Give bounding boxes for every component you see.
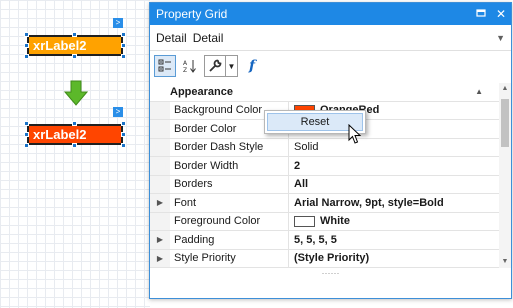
arrow-down-icon bbox=[64, 80, 88, 106]
selection-handle[interactable] bbox=[24, 121, 29, 126]
scroll-up-icon[interactable]: ▲ bbox=[499, 83, 511, 95]
property-value[interactable]: White bbox=[289, 213, 511, 231]
component-selector[interactable]: Detail Detail ▼ bbox=[150, 25, 511, 51]
selection-handle[interactable] bbox=[121, 54, 126, 59]
property-value-text: Arial Narrow, 9pt, style=Bold bbox=[294, 196, 444, 209]
color-swatch bbox=[294, 215, 315, 227]
property-row[interactable]: ▶ Style Priority (Style Priority) bbox=[150, 249, 511, 268]
selection-handle[interactable] bbox=[72, 121, 77, 126]
selector-text: Detail Detail bbox=[156, 31, 496, 45]
property-row[interactable]: Foreground Color White bbox=[150, 212, 511, 231]
selection-handle[interactable] bbox=[121, 143, 126, 148]
smart-tag-icon[interactable]: > bbox=[113, 18, 123, 28]
expand-icon[interactable]: ▶ bbox=[150, 249, 170, 267]
property-value[interactable]: Solid bbox=[289, 139, 511, 157]
selection-handle[interactable] bbox=[121, 43, 126, 48]
row-gutter bbox=[150, 157, 170, 175]
property-value[interactable]: Arial Narrow, 9pt, style=Bold bbox=[289, 194, 511, 212]
property-row[interactable]: Border Dash Style Solid bbox=[150, 138, 511, 157]
property-row[interactable]: Borders All bbox=[150, 175, 511, 194]
resize-grip-icon[interactable]: ⋯⋯ bbox=[150, 268, 511, 280]
row-gutter bbox=[150, 101, 170, 119]
property-grid-panel: Property Grid ✕ Detail Detail ▼ AZ ▼ f Ap… bbox=[149, 2, 512, 299]
mouse-cursor-icon bbox=[348, 124, 362, 144]
expand-icon[interactable]: ▶ bbox=[150, 194, 170, 212]
property-row[interactable]: ▶ Font Arial Narrow, 9pt, style=Bold bbox=[150, 194, 511, 213]
label-before-change[interactable]: xrLabel2 bbox=[27, 35, 123, 56]
property-name: Font bbox=[170, 194, 289, 212]
property-name: Border Width bbox=[170, 157, 289, 175]
property-value[interactable]: 2 bbox=[289, 157, 511, 175]
property-grid-toolbar: AZ ▼ f bbox=[150, 51, 511, 81]
selector-type: Detail bbox=[156, 30, 187, 45]
property-name: Borders bbox=[170, 175, 289, 193]
report-designer-surface: xrLabel2 > xrLabel2 > bbox=[0, 0, 150, 308]
chevron-down-icon[interactable]: ▼ bbox=[226, 55, 238, 77]
svg-text:Z: Z bbox=[183, 67, 187, 73]
selection-handle[interactable] bbox=[72, 32, 77, 37]
property-value[interactable]: (Style Priority) bbox=[289, 250, 511, 268]
row-gutter bbox=[150, 138, 170, 156]
property-value-text: 5, 5, 5, 5 bbox=[294, 233, 337, 246]
selection-handle[interactable] bbox=[72, 143, 77, 148]
row-gutter bbox=[150, 120, 170, 138]
collapse-icon[interactable]: ▲ bbox=[475, 87, 483, 96]
property-value-text: Solid bbox=[294, 141, 319, 154]
panel-title: Property Grid bbox=[156, 7, 228, 21]
property-name: Padding bbox=[170, 231, 289, 249]
selection-handle[interactable] bbox=[121, 32, 126, 37]
categorized-icon[interactable] bbox=[154, 55, 176, 77]
svg-text:A: A bbox=[183, 60, 188, 67]
property-row[interactable]: ▶ Padding 5, 5, 5, 5 bbox=[150, 231, 511, 250]
fx-icon[interactable]: f bbox=[241, 55, 263, 77]
alphabetical-icon[interactable]: AZ bbox=[179, 55, 201, 77]
selection-handle[interactable] bbox=[121, 132, 126, 137]
category-row[interactable]: Appearance ▲ bbox=[150, 83, 511, 102]
wrench-icon[interactable] bbox=[204, 55, 226, 77]
smart-tag-icon[interactable]: > bbox=[113, 107, 123, 117]
scroll-thumb[interactable] bbox=[501, 99, 509, 147]
expand-icon[interactable]: ▶ bbox=[150, 231, 170, 249]
scroll-down-icon[interactable]: ▼ bbox=[499, 256, 511, 268]
property-value-text: White bbox=[320, 215, 350, 228]
property-value-text: All bbox=[294, 178, 309, 191]
selector-name: Detail bbox=[192, 30, 224, 45]
property-name: Foreground Color bbox=[170, 212, 289, 230]
category-label: Appearance bbox=[170, 85, 233, 98]
row-gutter bbox=[150, 175, 170, 193]
selection-handle[interactable] bbox=[24, 143, 29, 148]
property-value-text: 2 bbox=[294, 159, 301, 172]
property-name: Style Priority bbox=[170, 249, 289, 267]
close-icon[interactable]: ✕ bbox=[491, 4, 511, 24]
property-value-text: (Style Priority) bbox=[294, 252, 370, 265]
selection-handle[interactable] bbox=[24, 43, 29, 48]
property-value[interactable]: All bbox=[289, 176, 511, 194]
pin-icon[interactable] bbox=[471, 4, 491, 24]
label-after-change[interactable]: xrLabel2 bbox=[27, 124, 123, 145]
selection-handle[interactable] bbox=[121, 121, 126, 126]
property-row[interactable]: Border Width 2 bbox=[150, 157, 511, 176]
selection-handle[interactable] bbox=[24, 32, 29, 37]
selection-handle[interactable] bbox=[24, 54, 29, 59]
selection-handle[interactable] bbox=[24, 132, 29, 137]
property-name: Border Dash Style bbox=[170, 138, 289, 156]
chevron-down-icon[interactable]: ▼ bbox=[496, 33, 505, 43]
row-gutter bbox=[150, 212, 170, 230]
property-value[interactable]: 5, 5, 5, 5 bbox=[289, 231, 511, 249]
selection-handle[interactable] bbox=[72, 54, 77, 59]
vertical-scrollbar[interactable]: ▲ ▼ bbox=[499, 83, 511, 268]
panel-titlebar: Property Grid ✕ bbox=[150, 3, 511, 25]
